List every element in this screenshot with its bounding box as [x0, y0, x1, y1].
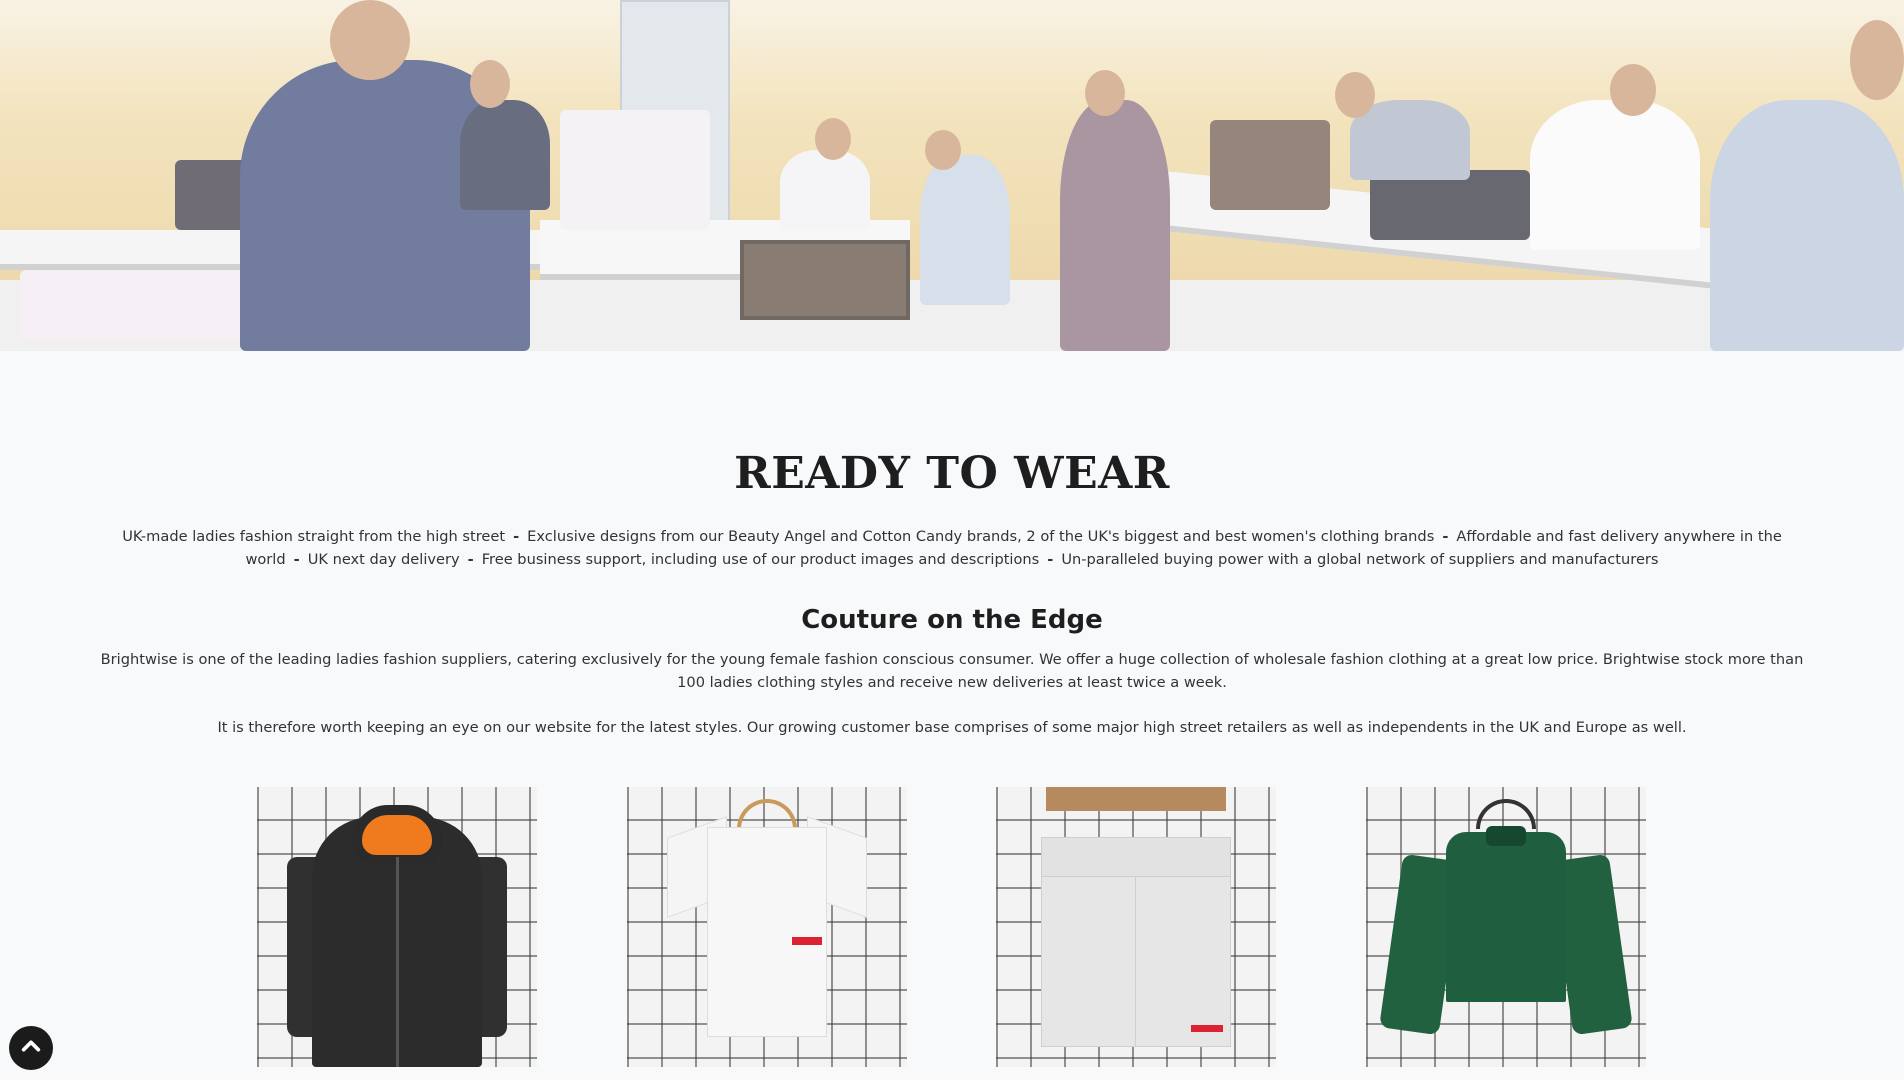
feature-separator: - — [1047, 551, 1054, 568]
hoodie-hood — [352, 805, 442, 865]
intro-paragraph: It is therefore worth keeping an eye on … — [217, 719, 1687, 736]
feature-item: UK next day delivery — [307, 551, 460, 568]
tshirt-image — [667, 816, 867, 1037]
shorts-logo — [1191, 1025, 1223, 1032]
hero-overlay — [0, 0, 1904, 351]
section-subtitle: Couture on the Edge — [801, 605, 1103, 635]
feature-separator: - — [1442, 528, 1449, 545]
product-card-green-sweatshirt[interactable] — [1366, 787, 1646, 1067]
feature-separator: - — [467, 551, 474, 568]
shorts-leg — [1041, 875, 1137, 1047]
tshirt-body — [707, 827, 827, 1037]
product-card-grey-shorts[interactable] — [996, 787, 1276, 1067]
shorts-image — [1041, 837, 1231, 1047]
tshirt-logo — [792, 937, 822, 945]
feature-item: UK-made ladies fashion straight from the… — [122, 528, 506, 545]
chevron-up-icon — [20, 1035, 42, 1061]
shorts-waistband — [1041, 837, 1231, 877]
sweatshirt-collar — [1486, 826, 1526, 846]
hoodie-zip — [396, 857, 399, 1067]
feature-list: UK-made ladies fashion straight from the… — [100, 525, 1804, 571]
page-title: READY TO WEAR — [734, 448, 1170, 499]
feature-separator: - — [513, 528, 520, 545]
product-card-white-tshirt[interactable] — [627, 787, 907, 1067]
intro-paragraph: Brightwise is one of the leading ladies … — [100, 651, 1804, 691]
back-to-top-button[interactable] — [9, 1026, 53, 1070]
feature-separator: - — [293, 551, 300, 568]
feature-item: Un-paralleled buying power with a global… — [1061, 551, 1659, 568]
feature-item: Exclusive designs from our Beauty Angel … — [527, 528, 1435, 545]
hero-banner-image — [0, 0, 1904, 351]
wooden-hanger — [1046, 787, 1226, 811]
sweatshirt-body — [1446, 832, 1566, 1002]
sweatshirt-image — [1379, 826, 1633, 1036]
product-card-black-hoodie[interactable] — [257, 787, 537, 1067]
feature-item: Free business support, including use of … — [481, 551, 1040, 568]
shorts-leg — [1135, 875, 1231, 1047]
